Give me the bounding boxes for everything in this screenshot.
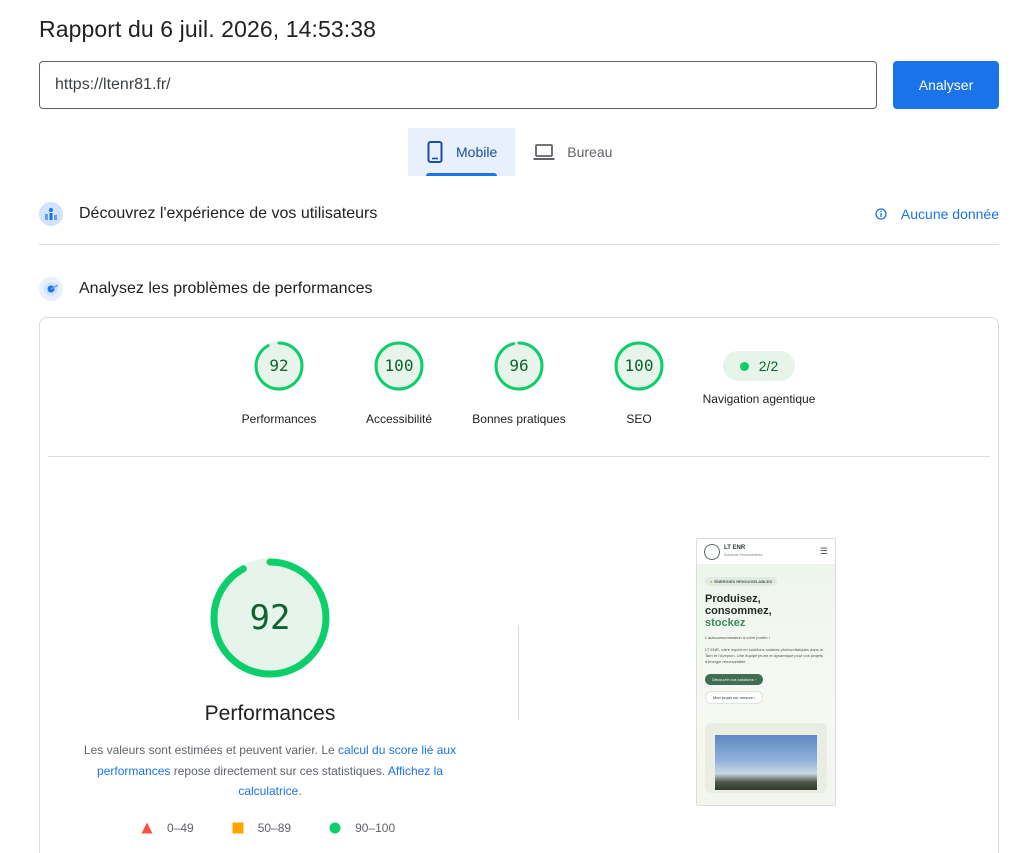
legend-pass: 90–100 (329, 821, 395, 835)
card-divider (48, 456, 990, 457)
gauge-label: SEO (626, 412, 652, 426)
vertical-divider (518, 625, 519, 720)
legend-pass-range: 90–100 (355, 821, 396, 835)
ss-brand-sub: Solutions Renouvelables (724, 552, 763, 557)
final-screenshot: LT ENR Solutions Renouvelables ☰ ● ÉNERGIE… (696, 538, 836, 806)
smartphone-icon (426, 141, 444, 163)
gauge-score: 92 (269, 356, 289, 375)
gauge-accessibility[interactable]: 100 Accessibilité (339, 341, 459, 429)
performance-score: 92 (249, 598, 291, 638)
legend-fail: 0–49 (141, 821, 194, 835)
lab-data-section: Analysez les problèmes de performances (39, 267, 999, 311)
disclaimer-prefix: Les valeurs sont estimées et peuvent var… (83, 743, 339, 757)
tab-mobile-label: Mobile (456, 144, 498, 160)
ss-intro: L'autoconsommation à votre portée ! (705, 635, 770, 640)
orange-square-icon (232, 822, 244, 834)
ss-headline-line1: Produisez, (705, 593, 761, 605)
device-tabs: Mobile Bureau (408, 128, 630, 176)
no-data-link[interactable]: Aucune donnée (875, 192, 999, 236)
tab-desktop-label: Bureau (567, 144, 613, 160)
ss-header: LT ENR Solutions Renouvelables ☰ (697, 539, 835, 565)
disclaimer-middle: repose directement sur ces statistiques. (170, 763, 388, 778)
gauge-circle: 100 (374, 341, 424, 391)
performance-title: Performances (204, 702, 336, 725)
agentic-pill: 2/2 (723, 351, 795, 381)
legend-average: 50–89 (232, 821, 291, 835)
gauge-score: 100 (624, 356, 654, 375)
pass-dot-icon (739, 361, 749, 371)
ss-brand-name: LT ENR (724, 544, 746, 551)
gauge-seo[interactable]: 100 SEO (579, 341, 699, 429)
gauge-label: Navigation agentique (702, 392, 816, 406)
red-triangle-icon (141, 822, 153, 834)
sun-dot-icon: ● (710, 579, 713, 584)
gauge-score: 100 (384, 356, 414, 375)
green-circle-icon (329, 822, 341, 834)
section-divider (39, 244, 999, 245)
ss-headline-accent: stockez (705, 617, 746, 629)
gauge-best-practices[interactable]: 96 Bonnes pratiques (459, 341, 579, 429)
ss-badge: ● ÉNERGIES RENOUVELABLES (705, 577, 777, 586)
ss-primary-button: Découvrir nos solutions › (705, 674, 764, 685)
agentic-value: 2/2 (758, 358, 779, 374)
info-icon (875, 208, 887, 220)
report-title: Rapport du 6 juil. 2026, 14:53:38 (39, 16, 377, 42)
hamburger-menu-icon: ☰ (819, 546, 828, 556)
field-data-title: Découvrez l'expérience de vos utilisateu… (79, 205, 378, 222)
gauge-circle: 96 (494, 341, 544, 391)
ss-body-text: LT ENR, votre expert en solutions solair… (705, 647, 823, 664)
no-data-label: Aucune donnée (900, 206, 999, 222)
gauge-agentic-navigation[interactable]: 2/2 Navigation agentique (699, 341, 819, 409)
gauge-label: Bonnes pratiques (472, 412, 566, 426)
url-input[interactable] (39, 61, 877, 109)
brand-logo-icon (704, 543, 720, 560)
ss-headline-line2: consommez, (705, 605, 772, 617)
field-data-section: Découvrez l'expérience de vos utilisateu… (39, 192, 999, 236)
ss-headline: Produisez, consommez, stockez (705, 593, 827, 629)
laptop-icon (533, 143, 555, 161)
gauge-circle: 100 (614, 341, 664, 391)
legend-fail-range: 0–49 (167, 821, 194, 835)
score-disclaimer: Les valeurs sont estimées et peuvent var… (68, 740, 472, 802)
gauge-circle: 92 (254, 341, 304, 391)
gauge-label: Performances (241, 412, 317, 426)
disclaimer-suffix: . (298, 784, 302, 798)
tab-mobile[interactable]: Mobile (408, 128, 516, 176)
gauge-label: Accessibilité (365, 412, 433, 426)
ss-secondary-button: Mon projet sur mesure › (705, 691, 764, 704)
lab-data-title: Analysez les problèmes de performances (79, 280, 373, 297)
performance-gauge: 92 (209, 557, 331, 679)
users-chart-icon (39, 202, 63, 226)
gauge-score: 96 (509, 356, 529, 375)
tab-desktop[interactable]: Bureau (515, 128, 630, 176)
ss-badge-text: ÉNERGIES RENOUVELABLES (714, 579, 772, 584)
ss-brand: LT ENR Solutions Renouvelables (724, 545, 763, 559)
analyze-button[interactable]: Analyser (893, 61, 999, 109)
gauge-performance[interactable]: 92 Performances (219, 341, 339, 429)
lighthouse-icon (39, 277, 63, 301)
legend-average-range: 50–89 (257, 821, 292, 835)
ss-sky-photo (715, 735, 817, 790)
score-legend: 0–49 50–89 90–100 (141, 818, 433, 838)
